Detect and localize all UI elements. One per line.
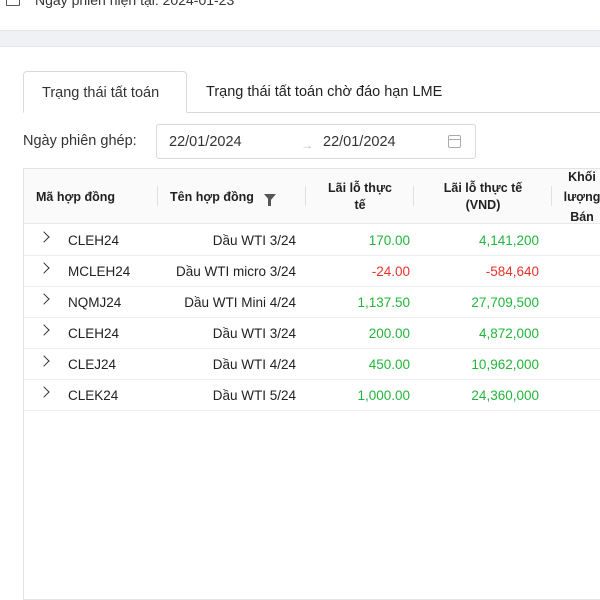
table-row[interactable]: CLEJ24 Dầu WTI 4/24 450.00 10,962,000 — [24, 349, 600, 380]
chevron-right-icon[interactable] — [38, 293, 50, 305]
column-header-pl-vnd: Lãi lỗ thực tế (VND) — [414, 169, 552, 224]
realized-pl-vnd: 4,872,000 — [478, 326, 539, 341]
table-header: Mã hợp đồng Tên hợp đồng Lãi lỗ thực tế … — [24, 169, 600, 224]
contract-name: Dầu WTI micro 3/24 — [175, 264, 296, 279]
contract-code: MCLEH24 — [68, 264, 131, 279]
table-body: CLEH24 Dầu WTI 3/24 170.00 4,141,200 MCL… — [24, 225, 600, 411]
realized-pl-vnd: -584,640 — [485, 264, 539, 279]
column-header-sell-volume: Khối lượng Bán — [563, 169, 600, 224]
realized-pl: 200.00 — [368, 326, 410, 341]
realized-pl: 1,137.50 — [357, 295, 410, 310]
contract-name: Dầu WTI 3/24 — [212, 326, 296, 341]
table-row[interactable]: CLEH24 Dầu WTI 3/24 170.00 4,141,200 — [24, 225, 600, 256]
tab-bar: Trạng thái tất toán Trạng thái tất toán … — [23, 71, 600, 113]
column-header-name: Tên hợp đồng — [158, 169, 306, 224]
realized-pl: 170.00 — [368, 233, 410, 248]
contract-code: CLEJ24 — [68, 357, 117, 372]
contract-code: CLEH24 — [68, 326, 120, 341]
arrow-right-icon: → — [301, 138, 313, 152]
realized-pl: -24.00 — [371, 264, 410, 279]
calendar-icon[interactable] — [448, 135, 461, 148]
date-range-picker[interactable]: 22/01/2024 → 22/01/2024 — [156, 124, 476, 159]
settlement-table: Mã hợp đồng Tên hợp đồng Lãi lỗ thực tế … — [23, 168, 600, 600]
contract-name: Dầu WTI 4/24 — [212, 357, 296, 372]
contract-name: Dầu WTI Mini 4/24 — [184, 295, 296, 310]
tab-settlement-pending-lme[interactable]: Trạng thái tất toán chờ đáo hạn LME — [188, 71, 460, 113]
chevron-right-icon[interactable] — [38, 386, 50, 398]
date-to-input[interactable]: 22/01/2024 — [323, 134, 396, 150]
filter-icon[interactable] — [263, 194, 276, 206]
chevron-right-icon[interactable] — [38, 324, 50, 336]
date-from-input[interactable]: 22/01/2024 — [169, 134, 242, 150]
chevron-right-icon[interactable] — [38, 231, 50, 243]
contract-code: NQMJ24 — [68, 295, 122, 310]
realized-pl-vnd: 10,962,000 — [471, 357, 539, 372]
current-session-label: Ngày phiên hiện tại: 2024-01-23 — [35, 0, 235, 8]
contract-code: CLEH24 — [68, 233, 120, 248]
table-row[interactable]: CLEK24 Dầu WTI 5/24 1,000.00 24,360,000 — [24, 380, 600, 411]
column-header-code: Mã hợp đồng — [24, 169, 158, 224]
realized-pl: 450.00 — [368, 357, 410, 372]
realized-pl: 1,000.00 — [357, 388, 410, 403]
contract-name: Dầu WTI 3/24 — [212, 233, 296, 248]
section-divider — [0, 30, 600, 47]
contract-code: CLEK24 — [68, 388, 119, 403]
chevron-right-icon[interactable] — [38, 262, 50, 274]
table-row[interactable]: NQMJ24 Dầu WTI Mini 4/24 1,137.50 27,709… — [24, 287, 600, 318]
contract-name: Dầu WTI 5/24 — [212, 388, 296, 403]
match-session-date-label: Ngày phiên ghép: — [23, 133, 137, 149]
chevron-right-icon[interactable] — [38, 355, 50, 367]
realized-pl-vnd: 27,709,500 — [471, 295, 539, 310]
tab-settlement-status[interactable]: Trạng thái tất toán — [23, 71, 187, 113]
top-bar: Ngày phiên hiện tại: 2024-01-23 — [0, 0, 600, 14]
column-header-pl: Lãi lỗ thực tế — [306, 169, 414, 224]
realized-pl-vnd: 4,141,200 — [478, 233, 539, 248]
table-row[interactable]: MCLEH24 Dầu WTI micro 3/24 -24.00 -584,6… — [24, 256, 600, 287]
table-row[interactable]: CLEH24 Dầu WTI 3/24 200.00 4,872,000 — [24, 318, 600, 349]
calendar-icon — [6, 0, 20, 6]
realized-pl-vnd: 24,360,000 — [471, 388, 539, 403]
